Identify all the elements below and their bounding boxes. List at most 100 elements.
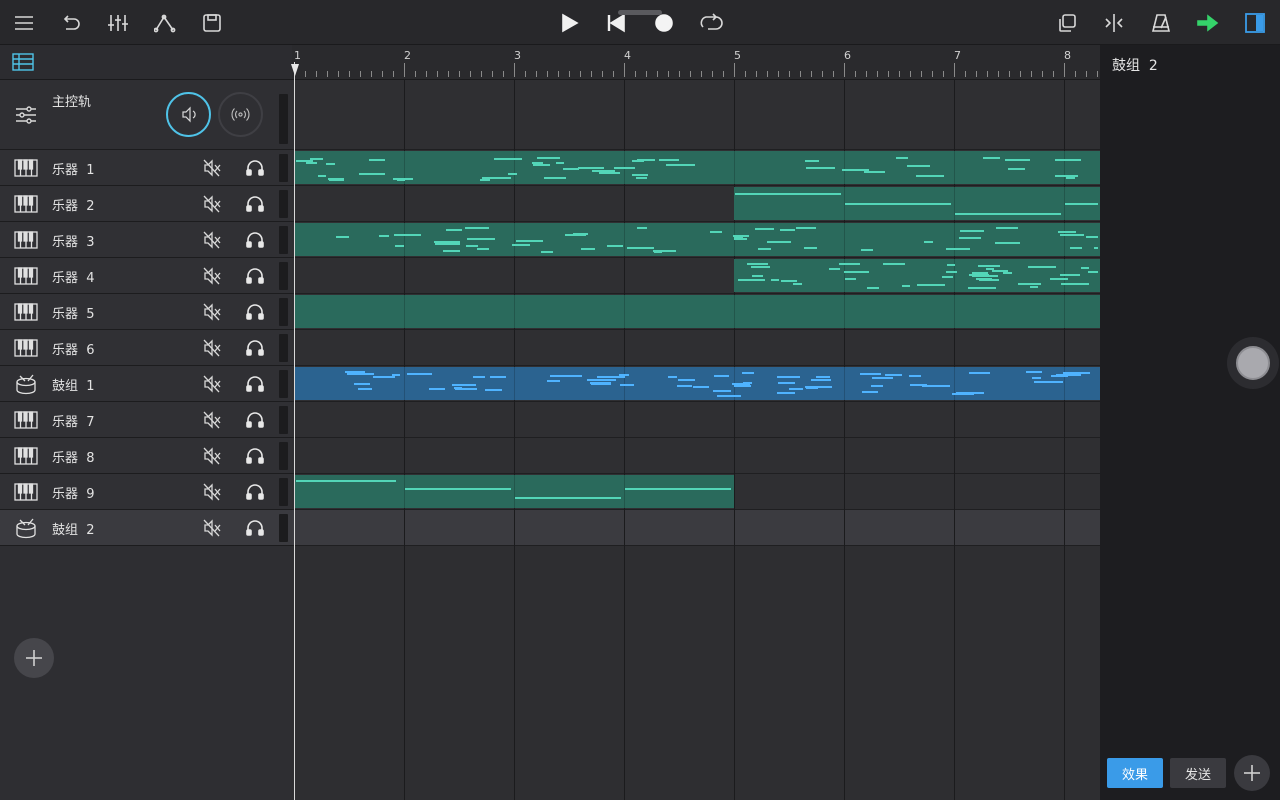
duplicate-icon[interactable] <box>1052 8 1082 38</box>
headphones-icon[interactable] <box>245 158 265 178</box>
track-name[interactable]: 乐器 9 <box>52 483 95 502</box>
mute-icon[interactable] <box>202 194 222 214</box>
midi-note <box>735 193 841 195</box>
export-icon[interactable] <box>1193 8 1223 38</box>
ruler-tick <box>756 71 757 77</box>
send-tab[interactable]: 发送 <box>1170 758 1226 788</box>
ruler-tick <box>1020 71 1021 77</box>
panel-toggle-icon[interactable] <box>1240 8 1270 38</box>
master-lane[interactable] <box>292 80 1100 150</box>
mute-icon[interactable] <box>202 482 222 502</box>
midi-note <box>910 384 928 386</box>
headphones-icon[interactable] <box>245 194 265 214</box>
arrangement-grid[interactable] <box>292 80 1100 800</box>
headphones-icon[interactable] <box>245 482 265 502</box>
loop-icon[interactable] <box>696 8 726 38</box>
track-level-meter <box>279 442 288 470</box>
ruler-tick <box>349 71 350 77</box>
mixer-icon[interactable] <box>103 8 133 38</box>
track-row[interactable]: 乐器 4 <box>0 258 292 294</box>
track-row[interactable]: 乐器 2 <box>0 186 292 222</box>
track-row[interactable]: 乐器 3 <box>0 222 292 258</box>
menu-icon[interactable] <box>9 8 39 38</box>
midi-note <box>908 375 921 377</box>
master-level-meter <box>279 94 288 144</box>
track-name[interactable]: 鼓组 2 <box>52 519 95 538</box>
midi-region[interactable] <box>294 223 1100 256</box>
master-volume-knob[interactable] <box>166 92 211 137</box>
split-icon[interactable] <box>1099 8 1129 38</box>
headphones-icon[interactable] <box>245 446 265 466</box>
track-list-icon[interactable] <box>12 53 34 71</box>
track-row[interactable]: 乐器 5 <box>0 294 292 330</box>
track-name[interactable]: 乐器 1 <box>52 159 95 178</box>
playhead[interactable] <box>294 62 295 800</box>
mute-icon[interactable] <box>202 374 222 394</box>
mute-icon[interactable] <box>202 518 222 538</box>
headphones-icon[interactable] <box>245 230 265 250</box>
playhead-marker-icon[interactable] <box>291 64 299 76</box>
track-name[interactable]: 乐器 4 <box>52 267 95 286</box>
mute-icon[interactable] <box>202 158 222 178</box>
track-name[interactable]: 乐器 7 <box>52 411 95 430</box>
add-effect-button[interactable] <box>1234 755 1270 791</box>
track-row[interactable]: 乐器 6 <box>0 330 292 366</box>
headphones-icon[interactable] <box>245 410 265 430</box>
midi-region[interactable] <box>294 151 1100 184</box>
track-name[interactable]: 乐器 3 <box>52 231 95 250</box>
headphones-icon[interactable] <box>245 518 265 538</box>
mute-icon[interactable] <box>202 446 222 466</box>
automation-icon[interactable] <box>150 8 180 38</box>
midi-note <box>712 390 731 392</box>
midi-note <box>777 382 795 384</box>
mute-icon[interactable] <box>202 338 222 358</box>
master-broadcast-knob[interactable] <box>218 92 263 137</box>
ruler-tick <box>1009 71 1010 77</box>
track-lane[interactable] <box>292 330 1100 366</box>
track-lane[interactable] <box>292 402 1100 438</box>
track-row[interactable]: 乐器 9 <box>0 474 292 510</box>
mute-icon[interactable] <box>202 230 222 250</box>
track-lane[interactable] <box>292 438 1100 474</box>
scroll-knob[interactable] <box>1236 346 1270 380</box>
headphones-icon[interactable] <box>245 374 265 394</box>
track-name[interactable]: 乐器 8 <box>52 447 95 466</box>
ruler-tick <box>470 71 471 77</box>
save-icon[interactable] <box>197 8 227 38</box>
mute-icon[interactable] <box>202 410 222 430</box>
midi-note <box>788 388 803 390</box>
track-row[interactable]: 鼓组 2 <box>0 510 292 546</box>
track-name[interactable]: 乐器 6 <box>52 339 95 358</box>
master-track-label: 主控轨 <box>52 95 92 110</box>
record-icon[interactable] <box>649 8 679 38</box>
track-name[interactable]: 乐器 2 <box>52 195 95 214</box>
midi-note <box>776 392 795 394</box>
headphones-icon[interactable] <box>245 302 265 322</box>
midi-note <box>1058 231 1077 233</box>
master-track[interactable]: 主控轨 <box>0 80 292 150</box>
mute-icon[interactable] <box>202 302 222 322</box>
track-row[interactable]: 乐器 7 <box>0 402 292 438</box>
region-divider <box>734 295 735 328</box>
mute-icon[interactable] <box>202 266 222 286</box>
effects-tab[interactable]: 效果 <box>1107 758 1163 788</box>
master-settings-icon[interactable] <box>14 104 38 126</box>
track-name[interactable]: 鼓组 1 <box>52 375 95 394</box>
track-lane[interactable] <box>292 510 1100 546</box>
midi-region[interactable] <box>294 295 1100 328</box>
track-row[interactable]: 乐器 8 <box>0 438 292 474</box>
midi-region[interactable] <box>734 259 1100 292</box>
track-row[interactable]: 鼓组 1 <box>0 366 292 402</box>
ruler-tick <box>965 71 966 77</box>
track-name[interactable]: 乐器 5 <box>52 303 95 322</box>
play-icon[interactable] <box>554 8 584 38</box>
track-row[interactable]: 乐器 1 <box>0 150 292 186</box>
region-divider <box>844 295 845 328</box>
undo-icon[interactable] <box>56 8 86 38</box>
add-track-button[interactable] <box>14 638 54 678</box>
headphones-icon[interactable] <box>245 266 265 286</box>
headphones-icon[interactable] <box>245 338 265 358</box>
ruler-tick <box>679 71 680 77</box>
timeline-ruler[interactable]: 1 2 3 4 5 6 7 8 <box>292 45 1100 80</box>
metronome-icon[interactable] <box>1146 8 1176 38</box>
